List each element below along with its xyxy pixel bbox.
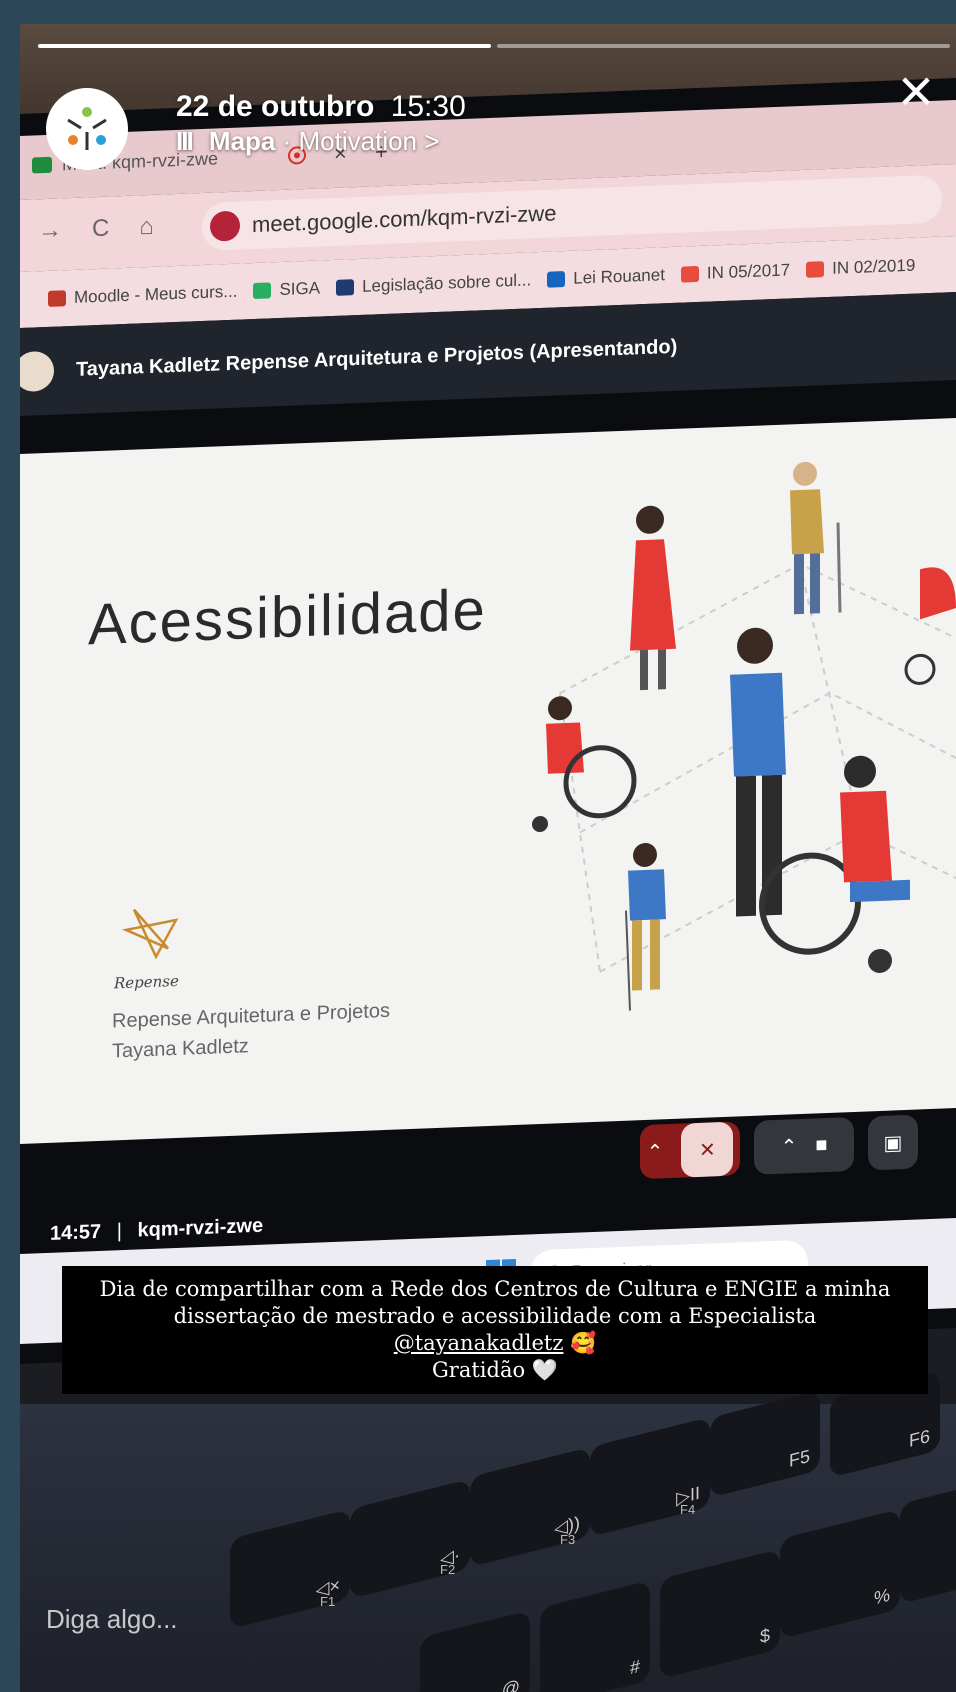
story-caption: Dia de compartilhar com a Rede dos Centr… xyxy=(62,1266,928,1394)
story-time: 15:30 xyxy=(390,90,466,123)
caption-line-4: Gratidão xyxy=(432,1358,526,1382)
progress-segment xyxy=(497,44,950,48)
caption-line-2: dissertação de mestrado e acessibilidade… xyxy=(173,1304,817,1328)
bookmark-item[interactable]: Lei Rouanet xyxy=(547,265,665,290)
music-artist: Motivation xyxy=(298,126,418,156)
presenter-avatar xyxy=(20,350,54,393)
fn-key-label: F2 xyxy=(440,1562,456,1577)
camera-control-group[interactable]: ⌃ ■ xyxy=(754,1116,854,1175)
keyboard-key: ▷II xyxy=(590,1417,710,1537)
bookmark-item[interactable]: SIGA xyxy=(253,278,320,301)
bookmark-label: SIGA xyxy=(279,278,321,300)
repense-logo xyxy=(121,908,179,960)
close-button[interactable]: × xyxy=(886,61,946,124)
meet-icon xyxy=(32,156,52,174)
mic-off-icon[interactable]: ✕ xyxy=(681,1121,734,1178)
reply-input[interactable]: Diga algo... xyxy=(46,1604,178,1635)
reload-icon[interactable]: C xyxy=(92,215,109,244)
keyboard-key: ◁× xyxy=(230,1509,350,1629)
music-title: Mapa xyxy=(208,126,276,156)
meeting-divider: | xyxy=(116,1220,122,1243)
story-header: 22 de outubro 15:30 III Mapa · Motivatio… xyxy=(46,68,936,170)
home-icon[interactable]: ⌂ xyxy=(139,213,154,242)
meet-controls: ⌃ ✕ ⌃ ■ ▣ xyxy=(640,1114,918,1180)
smiling-hearts-emoji: 🥰 xyxy=(570,1331,597,1355)
bookmark-label: Moodle - Meus curs... xyxy=(74,281,238,307)
keyboard-key: $ xyxy=(660,1549,780,1679)
progress-segment xyxy=(38,44,491,48)
site-info-icon[interactable] xyxy=(210,210,240,242)
story-meta: 22 de outubro 15:30 III Mapa · Motivatio… xyxy=(176,90,466,157)
story-date: 22 de outubro xyxy=(176,90,375,123)
story-progress xyxy=(38,44,950,48)
bookmark-icon xyxy=(48,290,66,307)
bookmark-label: IN 02/2019 xyxy=(832,255,916,278)
slide-footer: Repense Arquitetura e Projetos Tayana Ka… xyxy=(112,996,390,1067)
forward-icon[interactable]: → xyxy=(38,216,62,245)
mention-link[interactable]: @tayanakadletz xyxy=(394,1331,564,1355)
bookmark-icon xyxy=(253,282,272,300)
nav-buttons: → C ⌂ xyxy=(38,213,154,245)
bookmark-item[interactable]: Moodle - Meus curs... xyxy=(48,282,237,309)
presentation-slide: Acessibilidade Repense Repense Arquitetu… xyxy=(20,418,956,1145)
fn-key-label: F4 xyxy=(680,1502,696,1517)
profile-avatar[interactable] xyxy=(46,88,128,170)
bookmark-icon xyxy=(547,271,566,288)
blind-man-figure xyxy=(625,842,666,1011)
keyboard-key: F5 xyxy=(710,1390,820,1498)
slide-title: Acessibilidade xyxy=(88,577,487,658)
elderly-man-figure xyxy=(790,461,842,615)
bookmark-item[interactable]: IN 02/2019 xyxy=(806,256,915,280)
laptop-keyboard: ◁×◁·◁))▷IIF5F6%$#@6F1F2F3F4 xyxy=(20,1370,956,1692)
stroller-figure xyxy=(904,567,956,685)
bookmark-item[interactable]: Legislação sobre cul... xyxy=(336,270,531,297)
chevron-up-icon[interactable]: ⌃ xyxy=(647,1139,664,1165)
keyboard-key: ◁)) xyxy=(470,1447,590,1567)
meeting-clock: 14:57 xyxy=(50,1220,102,1245)
bookmark-item[interactable]: IN 05/2017 xyxy=(680,260,791,284)
bookmark-icon xyxy=(806,261,825,278)
keyboard-key: @ xyxy=(420,1610,530,1692)
music-separator: · xyxy=(282,126,292,156)
meeting-code: kqm-rvzi-zwe xyxy=(137,1214,264,1242)
bookmark-icon xyxy=(336,279,355,296)
pregnant-woman-figure xyxy=(630,505,676,691)
presenter-name: Tayana Kadletz Repense Arquitetura e Pro… xyxy=(76,335,678,381)
music-sticker[interactable]: III Mapa · Motivation > xyxy=(176,126,466,157)
chevron-right-icon: > xyxy=(424,126,440,156)
caption-line-1: Dia de compartilhar com a Rede dos Centr… xyxy=(99,1277,891,1301)
story-viewer: Meet: kqm-rvzi-zwe × + → C ⌂ meet.google… xyxy=(20,24,956,1692)
mic-control-group[interactable]: ⌃ ✕ xyxy=(640,1121,740,1180)
meeting-info: 14:57 | kqm-rvzi-zwe xyxy=(50,1215,263,1246)
bookmark-label: Legislação sobre cul... xyxy=(362,270,532,296)
accessibility-illustration xyxy=(532,461,956,1011)
music-bars-icon: III xyxy=(176,126,194,156)
keyboard-key: % xyxy=(780,1509,900,1639)
chevron-up-icon[interactable]: ⌃ xyxy=(781,1134,798,1160)
camera-icon[interactable]: ■ xyxy=(815,1133,827,1156)
present-button[interactable]: ▣ xyxy=(868,1114,918,1171)
keyboard-key: ◁· xyxy=(350,1479,470,1599)
caregiver-figure xyxy=(730,627,910,973)
bookmark-icon xyxy=(680,265,699,283)
url-text: meet.google.com/kqm-rvzi-zwe xyxy=(252,200,557,238)
fn-key-label: F1 xyxy=(320,1594,336,1609)
white-heart-emoji: 🤍 xyxy=(531,1358,558,1382)
present-icon: ▣ xyxy=(883,1131,903,1155)
bookmark-label: IN 05/2017 xyxy=(706,260,791,283)
keyboard-key: # xyxy=(540,1580,650,1692)
monitor-screen: Meet: kqm-rvzi-zwe × + → C ⌂ meet.google… xyxy=(20,78,956,1365)
keyboard-key: 6 xyxy=(900,1484,956,1604)
fn-key-label: F3 xyxy=(560,1532,576,1547)
bookmark-label: Lei Rouanet xyxy=(573,265,665,288)
logo-wordmark: Repense xyxy=(114,971,179,993)
wheelchair-user-figure xyxy=(532,696,637,833)
